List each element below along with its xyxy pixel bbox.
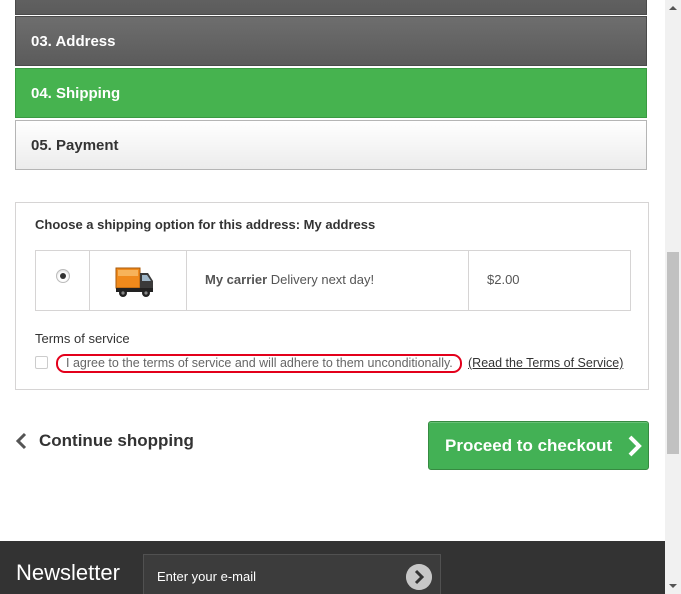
chevron-right-icon <box>628 435 643 456</box>
carrier-row[interactable]: My carrier Delivery next day! $2.00 <box>35 250 631 311</box>
shipping-option-title: Choose a shipping option for this addres… <box>35 217 376 232</box>
scroll-up-arrow-icon[interactable] <box>665 0 681 16</box>
step-payment-label: 05. Payment <box>31 137 119 154</box>
terms-title: Terms of service <box>35 331 130 346</box>
proceed-to-checkout-button[interactable]: Proceed to checkout <box>428 421 649 470</box>
delivery-truck-icon <box>115 267 153 297</box>
scrollbar-thumb[interactable] <box>667 252 679 454</box>
step-payment: 05. Payment <box>15 120 647 170</box>
carrier-radio[interactable] <box>56 269 70 283</box>
vertical-scrollbar[interactable] <box>665 0 681 594</box>
terms-agree-label[interactable]: I agree to the terms of service and will… <box>56 354 462 373</box>
checkout-page: 03. Address 04. Shipping 05. Payment Cho… <box>0 0 665 594</box>
carrier-radio-cell[interactable] <box>36 251 90 310</box>
step-previous-partial[interactable] <box>15 0 647 15</box>
step-address-label: 03. Address <box>31 33 116 50</box>
footer-newsletter: Newsletter Enter your e-mail <box>0 541 665 594</box>
chevron-left-icon <box>15 432 27 450</box>
continue-shopping-link[interactable]: Continue shopping <box>14 431 194 451</box>
step-shipping-label: 04. Shipping <box>31 85 121 102</box>
newsletter-email-input[interactable]: Enter your e-mail <box>143 554 441 594</box>
step-address[interactable]: 03. Address <box>15 16 647 66</box>
read-terms-link[interactable]: (Read the Terms of Service) <box>468 356 623 370</box>
newsletter-title: Newsletter <box>16 560 120 585</box>
step-shipping: 04. Shipping <box>15 68 647 118</box>
carrier-logo-cell <box>90 251 187 310</box>
newsletter-placeholder: Enter your e-mail <box>157 569 256 584</box>
carrier-price: $2.00 <box>487 272 520 287</box>
carrier-delay: Delivery next day! <box>270 272 375 287</box>
circle-arrow-right-icon[interactable] <box>406 564 432 590</box>
carrier-description: My carrier Delivery next day! <box>187 251 469 310</box>
continue-shopping-label: Continue shopping <box>39 431 194 450</box>
terms-checkbox[interactable] <box>35 356 48 369</box>
scroll-down-arrow-icon[interactable] <box>665 578 681 594</box>
carrier-name: My carrier <box>205 272 268 287</box>
shipping-options-box: Choose a shipping option for this addres… <box>15 202 649 390</box>
proceed-label: Proceed to checkout <box>445 435 613 455</box>
